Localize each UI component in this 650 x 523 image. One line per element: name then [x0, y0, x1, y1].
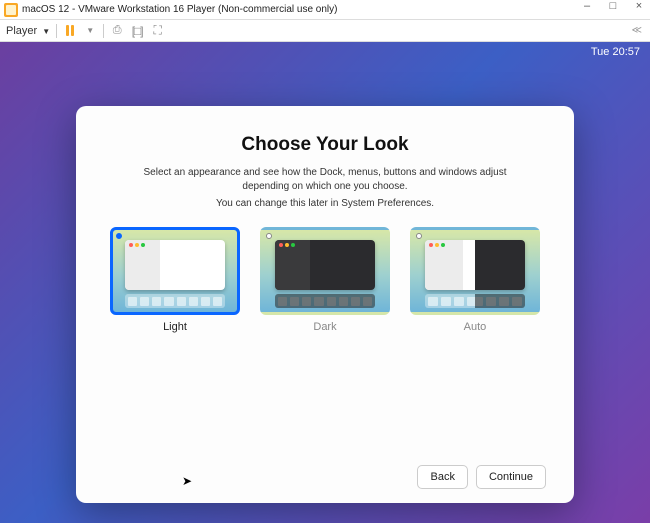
back-button[interactable]: Back — [417, 465, 467, 489]
appearance-option-auto[interactable]: Auto — [410, 227, 540, 333]
mac-menubar: Tue 20:57 — [0, 42, 650, 62]
page-title: Choose Your Look — [104, 134, 546, 156]
guest-screen: Tue 20:57 Choose Your Look Select an app… — [0, 42, 650, 523]
mac-clock: Tue 20:57 — [591, 46, 640, 58]
vmware-app-icon — [4, 3, 18, 17]
vmware-window-title: macOS 12 - VMware Workstation 16 Player … — [22, 4, 337, 15]
close-button[interactable]: × — [632, 0, 646, 12]
mini-dock-icon — [275, 294, 375, 308]
page-description: Select an appearance and see how the Doc… — [104, 166, 546, 194]
radio-indicator-icon — [116, 233, 122, 239]
chevron-down-icon: ▼ — [42, 27, 50, 36]
mini-dock-icon — [125, 294, 225, 308]
appearance-option-dark[interactable]: Dark — [260, 227, 390, 333]
toolbar-separator — [56, 24, 57, 38]
chevron-down-icon: ▼ — [86, 26, 94, 35]
unity-button[interactable]: [□] — [130, 24, 144, 38]
window-controls: – □ × — [580, 0, 646, 12]
pause-icon — [66, 25, 74, 36]
setup-assistant-window: Choose Your Look Select an appearance an… — [76, 106, 574, 503]
setup-footer: Back Continue — [104, 465, 546, 489]
continue-button[interactable]: Continue — [476, 465, 546, 489]
player-menu[interactable]: Player ▼ — [6, 25, 50, 37]
maximize-button[interactable]: □ — [606, 0, 620, 12]
page-note: You can change this later in System Pref… — [104, 198, 546, 209]
appearance-options: Light Dark — [104, 227, 546, 333]
appearance-label-auto: Auto — [410, 321, 540, 333]
minimize-button[interactable]: – — [580, 0, 594, 12]
appearance-thumb-dark — [260, 227, 390, 315]
radio-indicator-icon — [266, 233, 272, 239]
mini-window-light — [125, 240, 225, 290]
traffic-lights-icon — [129, 243, 145, 247]
traffic-lights-icon — [279, 243, 295, 247]
appearance-label-dark: Dark — [260, 321, 390, 333]
pause-button[interactable] — [63, 24, 77, 38]
appearance-thumb-light — [110, 227, 240, 315]
vmware-toolbar: Player ▼ ▼ ⎙ [□] ⛶ ≪ — [0, 20, 650, 42]
appearance-label-light: Light — [110, 321, 240, 333]
player-menu-label: Player — [6, 25, 37, 37]
appearance-thumb-auto — [410, 227, 540, 315]
mini-window-dark — [275, 240, 375, 290]
send-ctrl-alt-del-button[interactable]: ⎙ — [110, 24, 124, 38]
vmware-titlebar: macOS 12 - VMware Workstation 16 Player … — [0, 0, 650, 20]
power-menu-button[interactable]: ▼ — [83, 24, 97, 38]
toolbar-separator — [103, 24, 104, 38]
appearance-option-light[interactable]: Light — [110, 227, 240, 333]
fullscreen-button[interactable]: ⛶ — [150, 24, 164, 38]
toolbar-right-indicator: ≪ — [632, 25, 642, 36]
